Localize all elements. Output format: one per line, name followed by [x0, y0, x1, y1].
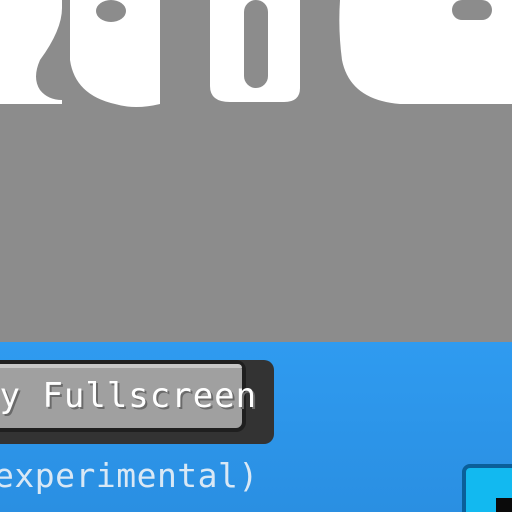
corner-button[interactable] — [462, 464, 512, 512]
game-logo — [0, 0, 512, 110]
fullscreen-button-label: ry Fullscreen — [0, 376, 258, 416]
fullscreen-button[interactable]: ry Fullscreen — [0, 356, 274, 444]
experimental-note: experimental) — [0, 456, 259, 495]
logo-graphic — [0, 0, 512, 107]
game-screen: ry Fullscreen experimental) — [0, 0, 512, 512]
corner-button-icon — [496, 498, 512, 512]
button-face[interactable]: ry Fullscreen — [0, 360, 258, 432]
